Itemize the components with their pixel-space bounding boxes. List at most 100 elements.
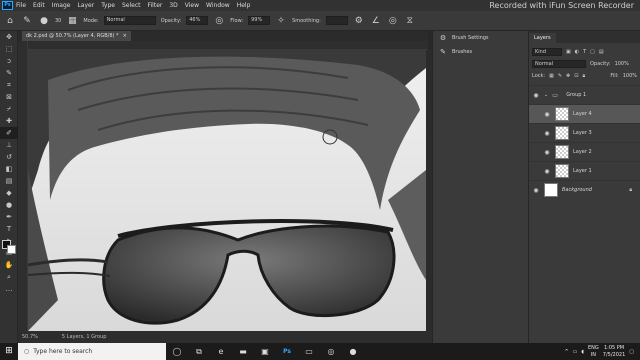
task-view-icon[interactable]: ⧉ bbox=[188, 343, 210, 360]
layer-opacity-value[interactable]: 100% bbox=[615, 61, 629, 67]
filter-adjust-icon[interactable]: ◐ bbox=[575, 49, 579, 55]
menu-window[interactable]: Window bbox=[206, 2, 230, 9]
clone-stamp-tool-icon[interactable]: ⊥ bbox=[0, 139, 18, 151]
pen-tool-icon[interactable]: ✒ bbox=[0, 211, 18, 223]
lock-paint-icon[interactable]: ✎ bbox=[558, 73, 562, 79]
blur-tool-icon[interactable]: ◆ bbox=[0, 187, 18, 199]
color-swatches[interactable] bbox=[2, 240, 18, 256]
filter-shape-icon[interactable]: ▢ bbox=[590, 49, 595, 55]
airbrush-icon[interactable]: ✧ bbox=[275, 15, 287, 27]
opacity-field[interactable]: 46% bbox=[186, 16, 209, 25]
layer-2[interactable]: ◉ Layer 2 bbox=[529, 142, 640, 161]
brush-tool-icon[interactable]: ✎ bbox=[21, 15, 33, 27]
close-icon[interactable]: × bbox=[123, 31, 127, 41]
background-color[interactable] bbox=[7, 245, 16, 254]
visibility-eye-icon[interactable]: ◉ bbox=[543, 111, 551, 118]
lasso-tool-icon[interactable]: ↄ bbox=[0, 55, 18, 67]
photoshop-taskbar-icon[interactable]: Ps bbox=[276, 343, 298, 360]
file-explorer-icon[interactable]: ▬ bbox=[232, 343, 254, 360]
menu-image[interactable]: Image bbox=[52, 2, 71, 9]
brush-panel-toggle-icon[interactable]: ▦ bbox=[66, 15, 78, 27]
flow-field[interactable]: 99% bbox=[248, 16, 271, 25]
filter-type-icon[interactable]: T bbox=[583, 49, 586, 55]
brush-settings-panel-button[interactable]: ⚙ Brush Settings bbox=[433, 31, 528, 45]
brushes-panel-button[interactable]: ✎ Brushes bbox=[433, 45, 528, 59]
type-tool-icon[interactable]: T bbox=[0, 223, 18, 235]
layer-background[interactable]: ◉ Background 🔒︎ bbox=[529, 180, 640, 199]
symmetry-icon[interactable]: ⧖ bbox=[404, 15, 416, 27]
menu-filter[interactable]: Filter bbox=[148, 2, 163, 9]
notification-icon[interactable]: ▢ bbox=[629, 349, 634, 355]
menu-layer[interactable]: Layer bbox=[77, 2, 94, 9]
filter-pixel-icon[interactable]: ▣ bbox=[566, 49, 571, 55]
more-tools-icon[interactable]: … bbox=[0, 283, 18, 295]
move-tool-icon[interactable]: ✥ bbox=[0, 31, 18, 43]
tab-layers[interactable]: Layers bbox=[529, 33, 556, 43]
windows-start-icon[interactable]: ⊞ bbox=[0, 343, 18, 360]
folder-taskbar-icon[interactable]: ▭ bbox=[298, 343, 320, 360]
volume-icon[interactable]: ◖ bbox=[581, 349, 584, 355]
edge-icon[interactable]: e bbox=[210, 343, 232, 360]
brush-preset-icon[interactable]: ● bbox=[38, 15, 50, 27]
opacity-label: Opacity: bbox=[160, 17, 182, 24]
chevron-up-icon[interactable]: ^ bbox=[564, 349, 568, 355]
menu-file[interactable]: File bbox=[16, 2, 26, 9]
menu-edit[interactable]: Edit bbox=[33, 2, 45, 9]
home-icon[interactable]: ⌂ bbox=[4, 15, 16, 27]
blend-mode-select[interactable]: Normal bbox=[532, 60, 586, 68]
menu-3d[interactable]: 3D bbox=[169, 2, 177, 9]
layer-3[interactable]: ◉ Layer 3 bbox=[529, 123, 640, 142]
zoom-tool-icon[interactable]: ⌕ bbox=[0, 271, 18, 283]
filter-smart-icon[interactable]: ▤ bbox=[599, 49, 604, 55]
lock-artboard-icon[interactable]: ⊡ bbox=[574, 73, 578, 79]
eraser-tool-icon[interactable]: ◧ bbox=[0, 163, 18, 175]
chrome-icon[interactable]: ◎ bbox=[320, 343, 342, 360]
lock-pixels-icon[interactable]: ▦ bbox=[549, 73, 554, 79]
history-brush-tool-icon[interactable]: ↺ bbox=[0, 151, 18, 163]
marquee-tool-icon[interactable]: ⬚ bbox=[0, 43, 18, 55]
menu-type[interactable]: Type bbox=[101, 2, 115, 9]
menu-help[interactable]: Help bbox=[237, 2, 251, 9]
language-indicator[interactable]: ENG IN bbox=[588, 345, 599, 359]
brush-tool-icon[interactable]: ✐ bbox=[0, 127, 18, 139]
layer-4[interactable]: ◉ Layer 4 bbox=[529, 104, 640, 123]
smoothing-field[interactable] bbox=[325, 16, 348, 25]
pressure-opacity-icon[interactable]: ◎ bbox=[213, 15, 225, 27]
recorder-taskbar-icon[interactable]: ● bbox=[342, 343, 364, 360]
document-tab[interactable]: dk 2.psd @ 50.7% (Layer 4, RGB/8) * × bbox=[22, 31, 131, 41]
layer-filter-select[interactable]: Kind bbox=[532, 48, 562, 56]
visibility-eye-icon[interactable]: ◉ bbox=[543, 130, 551, 137]
layer-group-1[interactable]: ◉ ⌄ ▭ Group 1 bbox=[529, 85, 640, 104]
taskbar-search-box[interactable]: ○ Type here to search bbox=[18, 343, 166, 360]
lock-position-icon[interactable]: ✥ bbox=[566, 73, 570, 79]
smoothing-settings-icon[interactable]: ⚙ bbox=[353, 15, 365, 27]
expand-chevron-icon[interactable]: ⌄ bbox=[544, 92, 548, 98]
cortana-icon[interactable]: ◯ bbox=[166, 343, 188, 360]
visibility-eye-icon[interactable]: ◉ bbox=[543, 149, 551, 156]
layer-1[interactable]: ◉ Layer 1 bbox=[529, 161, 640, 180]
lock-all-icon[interactable]: 🔒︎ bbox=[582, 73, 585, 79]
gradient-tool-icon[interactable]: ▤ bbox=[0, 175, 18, 187]
dodge-tool-icon[interactable]: ● bbox=[0, 199, 18, 211]
eyedropper-tool-icon[interactable]: ⌿ bbox=[0, 103, 18, 115]
frame-tool-icon[interactable]: ⊠ bbox=[0, 91, 18, 103]
document-canvas[interactable] bbox=[28, 50, 426, 331]
visibility-eye-icon[interactable]: ◉ bbox=[532, 92, 540, 99]
network-icon[interactable]: ▭ bbox=[573, 349, 578, 355]
visibility-eye-icon[interactable]: ◉ bbox=[532, 187, 540, 194]
angle-icon[interactable]: ∠ bbox=[370, 15, 382, 27]
opacity-label: Opacity: bbox=[590, 61, 611, 67]
fill-value[interactable]: 100% bbox=[623, 73, 637, 79]
healing-brush-tool-icon[interactable]: ✚ bbox=[0, 115, 18, 127]
menu-view[interactable]: View bbox=[185, 2, 199, 9]
pressure-size-icon[interactable]: ◎ bbox=[387, 15, 399, 27]
visibility-eye-icon[interactable]: ◉ bbox=[543, 168, 551, 175]
zoom-level[interactable]: 50.7% bbox=[22, 331, 38, 343]
menu-select[interactable]: Select bbox=[122, 2, 141, 9]
crop-tool-icon[interactable]: ⌗ bbox=[0, 79, 18, 91]
hand-tool-icon[interactable]: ✋ bbox=[0, 259, 18, 271]
clock[interactable]: 1:05 PM 7/5/2021 bbox=[603, 345, 625, 359]
store-icon[interactable]: ▣ bbox=[254, 343, 276, 360]
mode-select[interactable]: Normal bbox=[103, 16, 156, 25]
quick-select-tool-icon[interactable]: ✎ bbox=[0, 67, 18, 79]
